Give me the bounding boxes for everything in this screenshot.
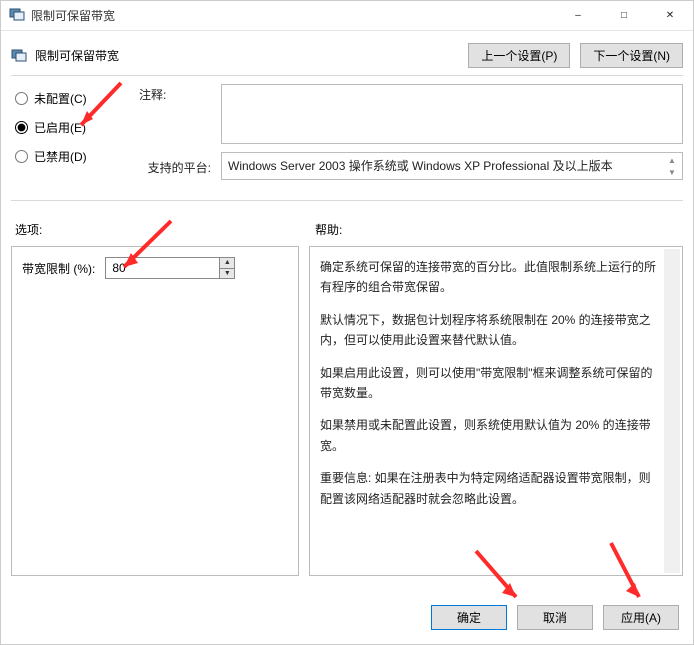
- radio-disabled[interactable]: 已禁用(D): [15, 148, 129, 165]
- separator: [11, 75, 683, 76]
- cancel-button[interactable]: 取消: [517, 605, 593, 630]
- scrollbar-stub: ▲ ▼: [664, 155, 680, 177]
- close-button[interactable]: ✕: [647, 1, 693, 30]
- bandwidth-limit-input[interactable]: [106, 258, 219, 278]
- window-title: 限制可保留带宽: [31, 7, 115, 24]
- radio-enabled[interactable]: 已启用(E): [15, 119, 129, 136]
- maximize-button[interactable]: □: [601, 1, 647, 30]
- policy-title: 限制可保留带宽: [35, 47, 119, 64]
- bandwidth-limit-label: 带宽限制 (%):: [22, 260, 95, 277]
- comment-label: 注释:: [139, 84, 211, 103]
- policy-icon: [11, 47, 27, 63]
- chevron-down-icon: ▼: [664, 167, 680, 177]
- prev-setting-button[interactable]: 上一个设置(P): [468, 43, 570, 68]
- next-setting-button[interactable]: 下一个设置(N): [580, 43, 683, 68]
- comment-textarea[interactable]: [221, 84, 683, 144]
- supported-on-label: 支持的平台:: [139, 157, 211, 176]
- bandwidth-limit-spinner[interactable]: ▲ ▼: [105, 257, 235, 279]
- separator-2: [11, 200, 683, 201]
- minimize-button[interactable]: –: [555, 1, 601, 30]
- spin-up-button[interactable]: ▲: [220, 258, 234, 268]
- radio-not-configured[interactable]: 未配置(C): [15, 90, 129, 107]
- apply-button[interactable]: 应用(A): [603, 605, 679, 630]
- app-icon: [9, 6, 25, 25]
- spin-down-button[interactable]: ▼: [220, 268, 234, 279]
- chevron-up-icon: ▲: [664, 155, 680, 165]
- options-label: 选项:: [11, 221, 309, 238]
- title-bar: 限制可保留带宽 – □ ✕: [1, 1, 693, 31]
- ok-button[interactable]: 确定: [431, 605, 507, 630]
- supported-on-box: Windows Server 2003 操作系统或 Windows XP Pro…: [221, 152, 683, 180]
- options-panel: 带宽限制 (%): ▲ ▼: [11, 246, 299, 576]
- help-panel: 确定系统可保留的连接带宽的百分比。此值限制系统上运行的所有程序的组合带宽保留。 …: [309, 246, 683, 576]
- help-label: 帮助:: [309, 221, 683, 238]
